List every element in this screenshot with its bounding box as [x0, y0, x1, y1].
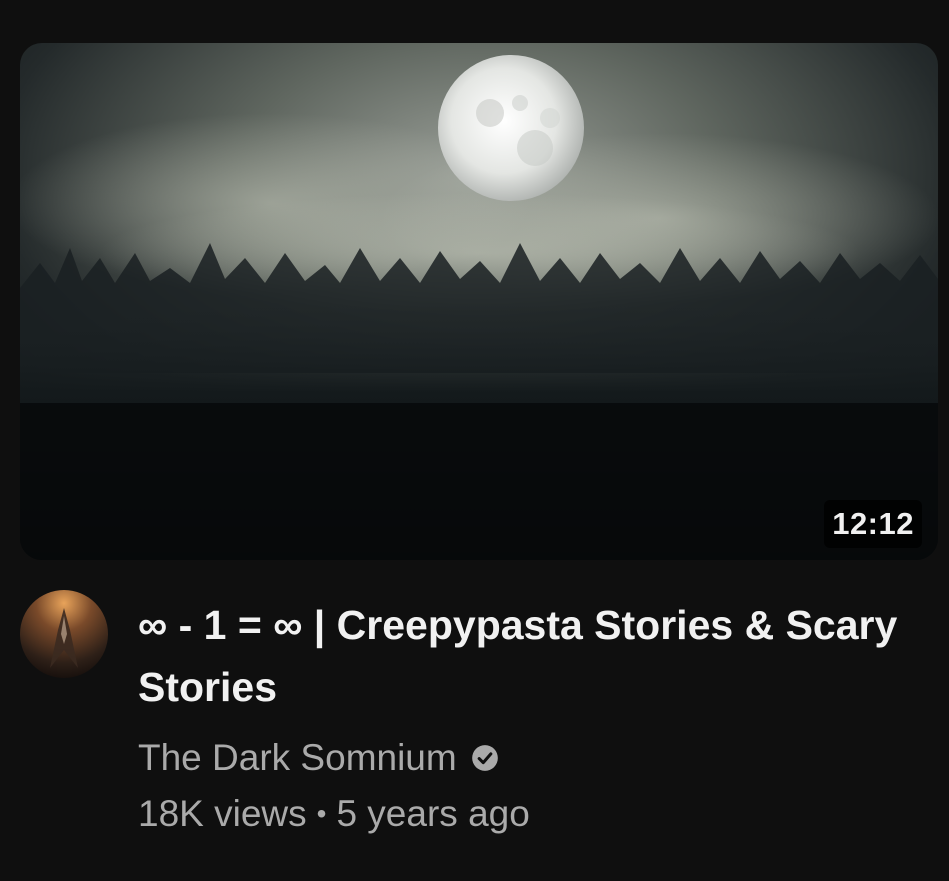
video-thumbnail[interactable]: 12:12: [20, 43, 938, 560]
channel-name[interactable]: The Dark Somnium: [138, 737, 457, 779]
upload-age: 5 years ago: [336, 793, 530, 834]
thumbnail-image: [20, 43, 938, 560]
channel-avatar[interactable]: [20, 590, 108, 678]
duration-badge: 12:12: [824, 500, 922, 548]
video-stats: 18K views • 5 years ago: [138, 790, 898, 838]
separator-dot: •: [316, 798, 327, 829]
verified-check-icon: [471, 745, 498, 771]
view-count: 18K views: [138, 793, 307, 834]
video-card: 12:12 ∞ - 1 = ∞ | Creepypasta Stories & …: [0, 0, 949, 881]
video-details: ∞ - 1 = ∞ | Creepypasta Stories & Scary …: [138, 594, 898, 838]
video-title[interactable]: ∞ - 1 = ∞ | Creepypasta Stories & Scary …: [138, 594, 898, 718]
channel-row: The Dark Somnium: [138, 734, 898, 782]
